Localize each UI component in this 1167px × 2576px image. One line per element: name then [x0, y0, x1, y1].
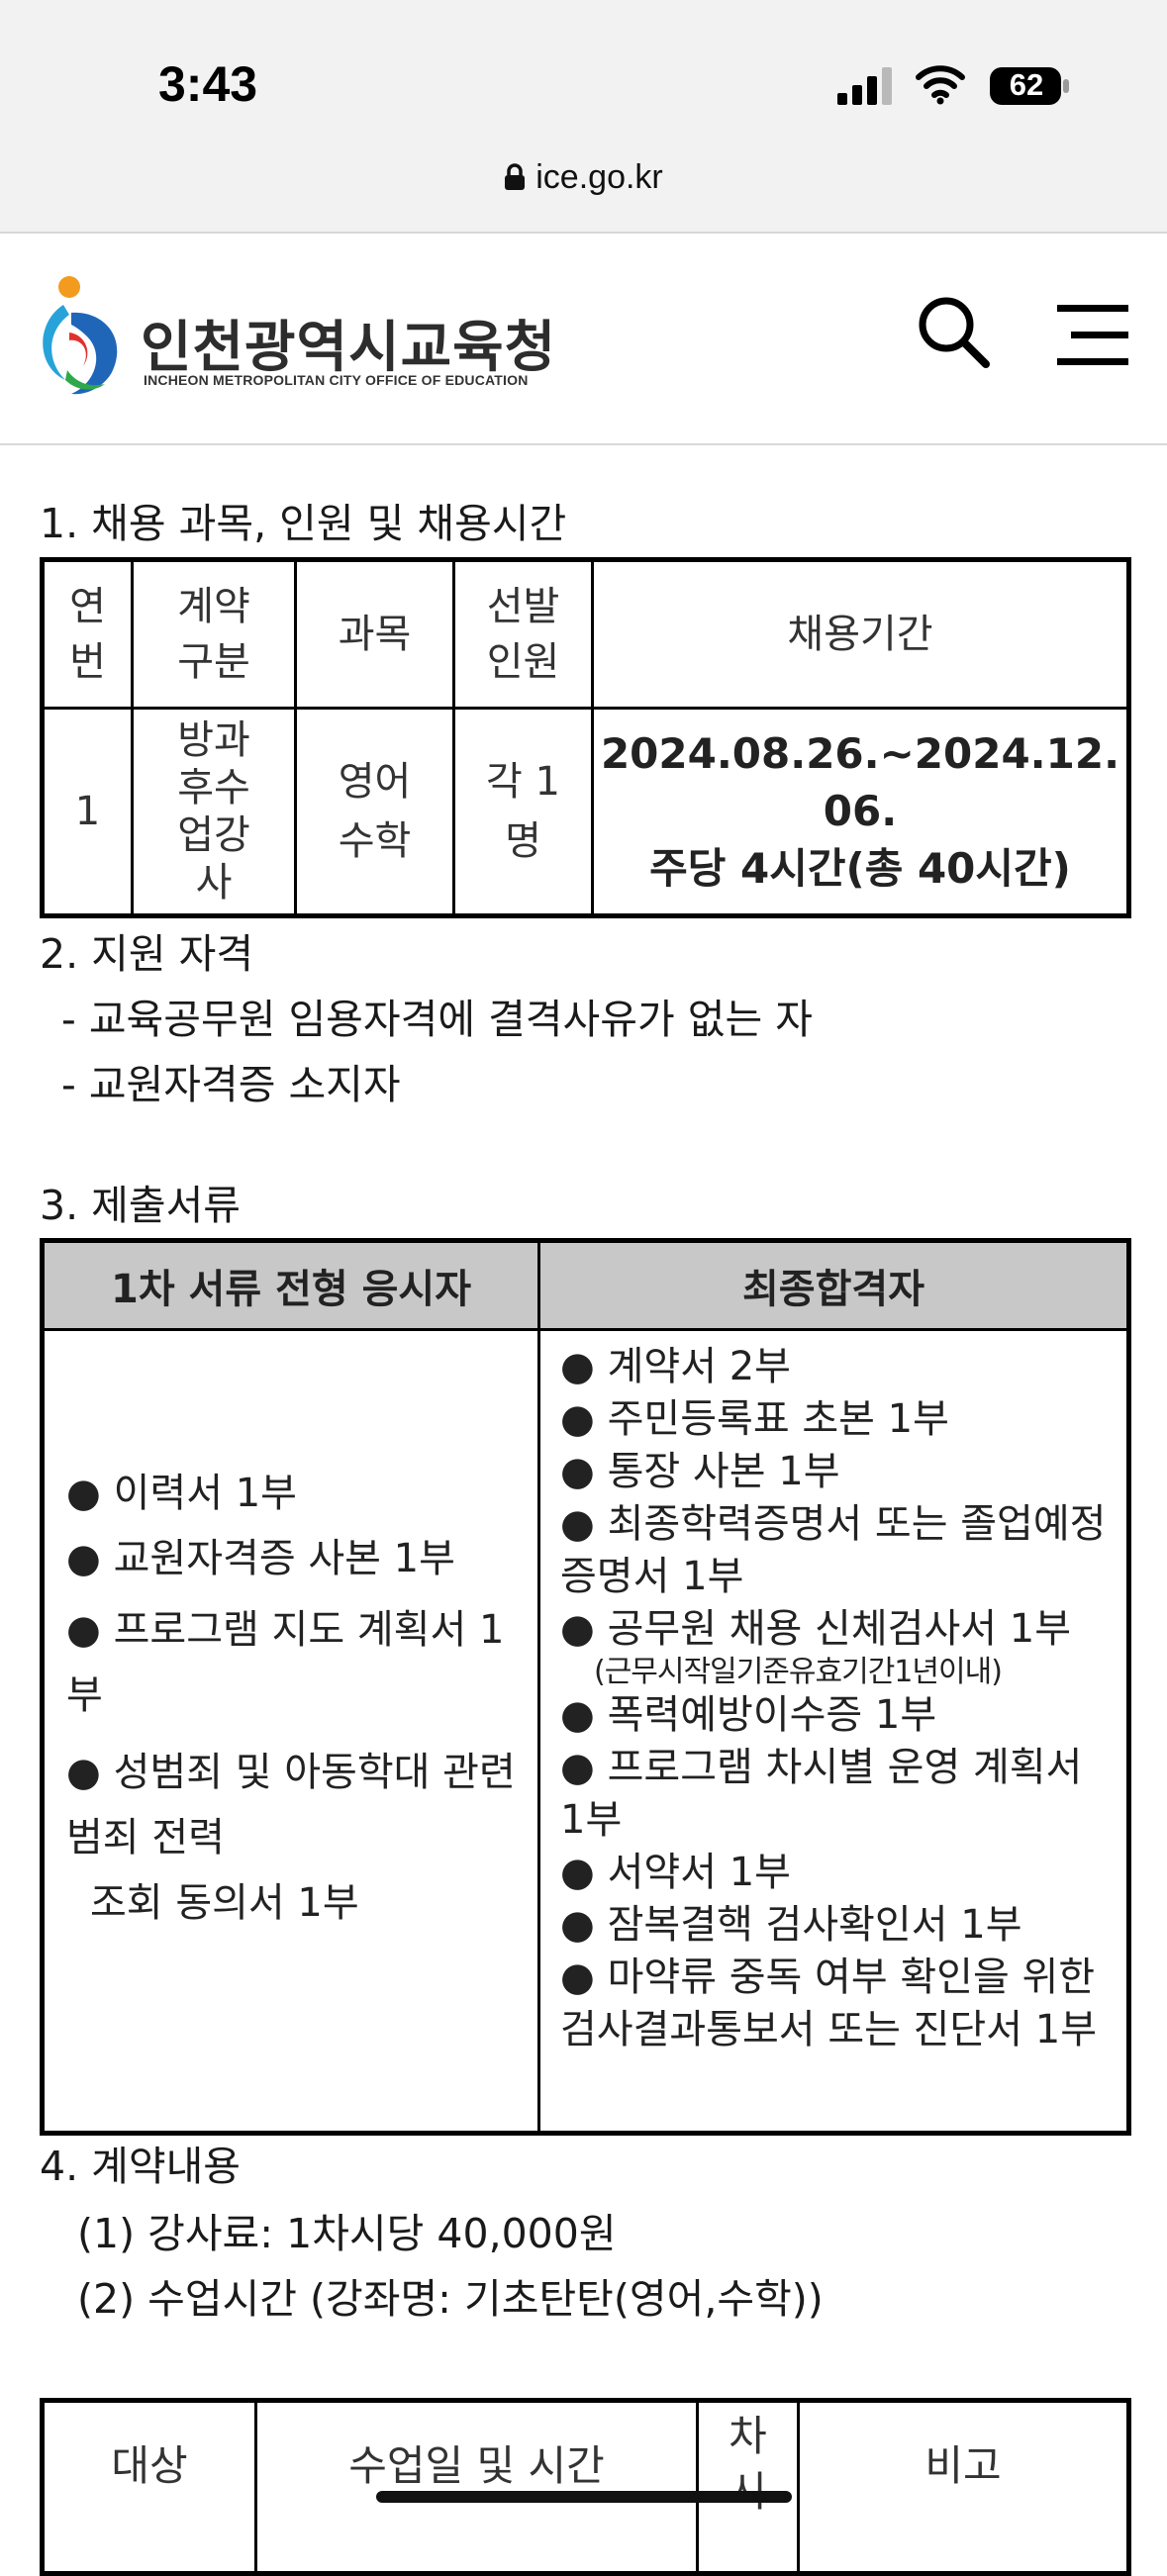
- qualification-item: - 교육공무원 임용자격에 결격사유가 없는 자: [61, 996, 813, 1043]
- battery-level: 62: [1009, 67, 1044, 102]
- section1-heading: 1. 채용 과목, 인원 및 채용시간: [40, 500, 567, 547]
- list-item: ● 주민등록표 초본 1부: [560, 1396, 949, 1442]
- cell-contract: 방과 후수 업강 사: [131, 707, 297, 917]
- list-item: 조회 동의서 1부: [90, 1880, 359, 1926]
- cell-subject: 영어 수학: [294, 707, 455, 917]
- url-text: ice.go.kr: [535, 158, 663, 196]
- col-header-target: 대상: [41, 2399, 257, 2575]
- contract-item: (2) 수업시간 (강좌명: 기초탄탄(영어,수학)): [77, 2275, 824, 2323]
- search-icon[interactable]: [915, 293, 992, 370]
- first-round-docs: ● 이력서 1부 ● 교원자격증 사본 1부 ● 프로그램 지도 계획서 1부 …: [41, 1328, 540, 2135]
- col-header-final: 최종합격자: [537, 1239, 1130, 1331]
- list-item: ● 성범죄 및 아동학대 관련 범죄 전력: [66, 1750, 516, 1860]
- col-header-no: 연 번: [41, 558, 134, 710]
- cell-count: 각 1 명: [452, 707, 594, 917]
- home-indicator[interactable]: [376, 2491, 792, 2503]
- clock: 3:43: [158, 56, 258, 112]
- col-header-contract: 계약 구분: [131, 558, 297, 710]
- list-item: ● 최종학력증명서 또는 졸업예정증명서 1부: [560, 1501, 1107, 1599]
- status-bar: 3:43 62 ice.go.kr: [0, 0, 1167, 234]
- wifi-icon: [916, 65, 965, 105]
- section2-heading: 2. 지원 자격: [40, 930, 254, 978]
- recruitment-table: 연 번 계약 구분 과목 선발 인원 채용기간 1 방과 후수 업강 사 영어 …: [40, 557, 1131, 918]
- org-name-en: INCHEON METROPOLITAN CITY OFFICE OF EDUC…: [144, 372, 529, 388]
- list-item: ● 폭력예방이수증 1부: [560, 1692, 937, 1738]
- list-item: ● 공무원 채용 신체검사서 1부 (근무시작일기준유효기간1년이내): [560, 1603, 1113, 1689]
- list-item: ● 계약서 2부: [560, 1344, 791, 1389]
- col-header-subject: 과목: [294, 558, 455, 710]
- site-header: 인천광역시교육청 INCHEON METROPOLITAN CITY OFFIC…: [0, 234, 1167, 445]
- final-docs: ● 계약서 2부 ● 주민등록표 초본 1부 ● 통장 사본 1부 ● 최종학력…: [537, 1328, 1130, 2135]
- qualification-item: - 교원자격증 소지자: [61, 1061, 401, 1108]
- col-header-period: 채용기간: [591, 558, 1130, 710]
- url-bar[interactable]: ice.go.kr: [0, 158, 1167, 197]
- col-header-session: 차 시: [696, 2399, 800, 2575]
- cell-no: 1: [41, 707, 134, 917]
- contract-item: (1) 강사료: 1차시당 40,000원: [77, 2210, 617, 2257]
- lock-icon: [505, 163, 526, 190]
- list-item: ● 프로그램 지도 계획서 1부: [66, 1607, 505, 1718]
- section4-heading: 4. 계약내용: [40, 2143, 242, 2190]
- col-header-first-round: 1차 서류 전형 응시자: [41, 1239, 540, 1331]
- list-item: ● 프로그램 차시별 운영 계획서 1부: [560, 1745, 1083, 1843]
- cell-period: 2024.08.26.~2024.12. 06. 주당 4시간(총 40시간): [591, 707, 1130, 917]
- section3-heading: 3. 제출서류: [40, 1182, 242, 1229]
- menu-icon[interactable]: [1057, 303, 1128, 366]
- col-header-count: 선발 인원: [452, 558, 594, 710]
- list-item: ● 마약류 중독 여부 확인을 위한 검사결과통보서 또는 진단서 1부: [560, 1955, 1097, 2052]
- list-item: ● 잠복결핵 검사확인서 1부: [560, 1902, 1022, 1948]
- table-row: 1 방과 후수 업강 사 영어 수학 각 1 명 2024.08.26.~202…: [41, 707, 1130, 917]
- logo-icon[interactable]: [36, 275, 131, 400]
- col-header-remarks: 비고: [797, 2399, 1130, 2575]
- list-item: ● 서약서 1부: [560, 1850, 791, 1895]
- list-item: ● 이력서 1부: [66, 1471, 297, 1516]
- signal-icon: [837, 67, 892, 105]
- list-item: ● 통장 사본 1부: [560, 1449, 840, 1494]
- documents-table: 1차 서류 전형 응시자 최종합격자 ● 이력서 1부 ● 교원자격증 사본 1…: [40, 1238, 1131, 2136]
- col-header-schedule: 수업일 및 시간: [254, 2399, 699, 2575]
- org-name: 인천광역시교육청: [141, 316, 557, 380]
- list-item: ● 교원자격증 사본 1부: [66, 1536, 455, 1581]
- schedule-table: 대상 수업일 및 시간 차 시 비고: [40, 2398, 1131, 2576]
- validity-note: (근무시작일기준유효기간1년이내): [594, 1655, 1003, 1689]
